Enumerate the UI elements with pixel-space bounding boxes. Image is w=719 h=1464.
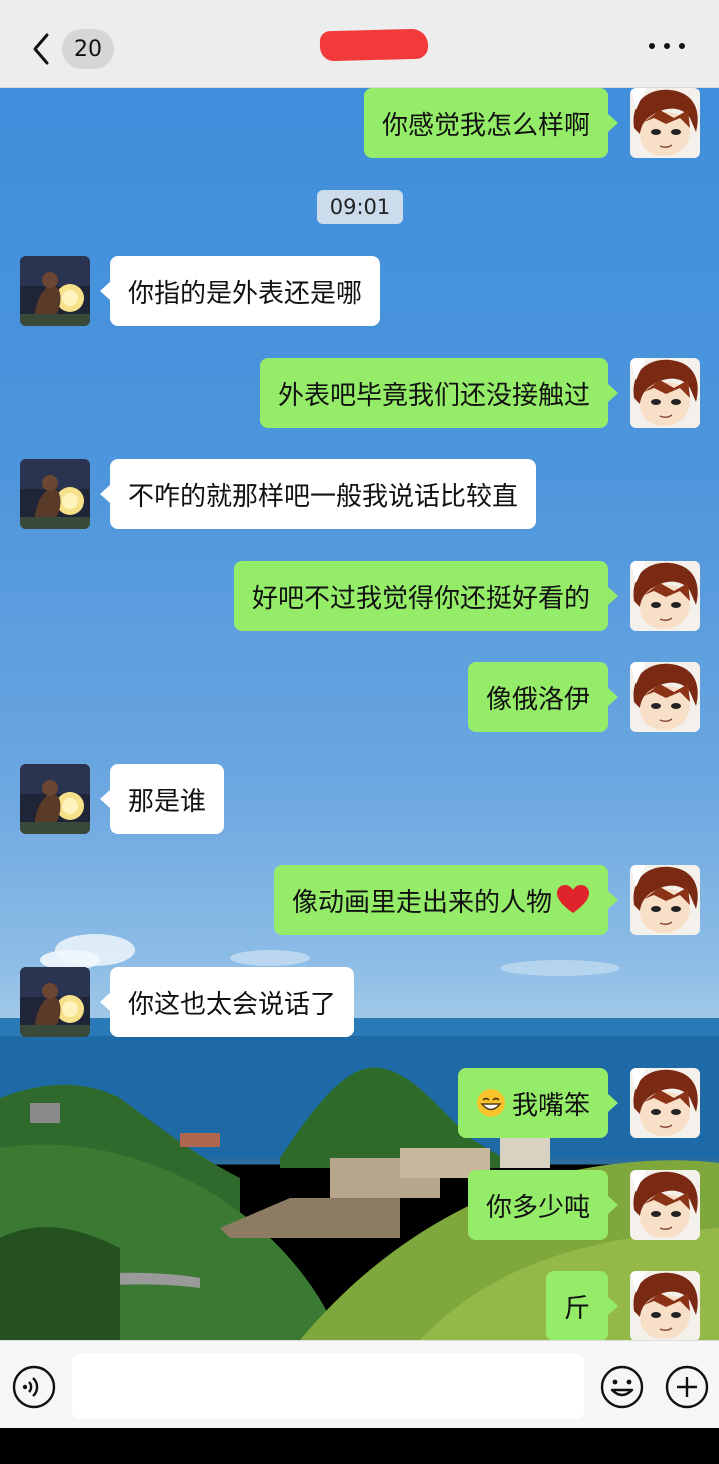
message-row: 好吧不过我觉得你还挺好看的 xyxy=(0,561,719,631)
my-avatar[interactable] xyxy=(630,358,700,428)
sent-message-bubble[interactable]: 像俄洛伊 xyxy=(468,662,619,732)
message-row: 你多少吨 xyxy=(0,1170,719,1240)
sent-message-bubble[interactable]: 像动画里走出来的人物 xyxy=(274,865,619,935)
message-text: 你指的是外表还是哪 xyxy=(128,278,363,309)
message-row: 不咋的就那样吧一般我说话比较直 xyxy=(0,459,719,529)
my-avatar[interactable] xyxy=(630,1271,700,1340)
heart-emoji-icon xyxy=(557,885,590,913)
message-text: 好吧不过我觉得你还挺好看的 xyxy=(252,583,591,614)
my-avatar[interactable] xyxy=(630,1068,700,1138)
message-row: 那是谁 xyxy=(0,764,719,834)
sent-message-bubble[interactable]: 斤 xyxy=(546,1271,619,1340)
received-message-bubble[interactable]: 你指的是外表还是哪 xyxy=(99,256,381,326)
received-message-bubble[interactable]: 不咋的就那样吧一般我说话比较直 xyxy=(99,459,537,529)
message-row: 我嘴笨 xyxy=(0,1068,719,1138)
message-text: 斤 xyxy=(564,1293,591,1324)
my-avatar[interactable] xyxy=(630,865,700,935)
message-text: 像俄洛伊 xyxy=(486,684,591,715)
more-horizontal-icon xyxy=(649,43,655,49)
message-input[interactable] xyxy=(72,1353,584,1419)
message-row: 像俄洛伊 xyxy=(0,662,719,732)
sent-message-bubble[interactable]: 外表吧毕竟我们还没接触过 xyxy=(260,358,619,428)
contact-avatar[interactable] xyxy=(20,764,90,834)
message-text: 那是谁 xyxy=(128,786,207,817)
more-options-button[interactable] xyxy=(649,36,685,56)
message-row: 你感觉我怎么样啊 xyxy=(0,88,719,158)
message-row: 你指的是外表还是哪 xyxy=(0,256,719,326)
message-row: 外表吧毕竟我们还没接触过 xyxy=(0,358,719,428)
message-row: 斤 xyxy=(0,1271,719,1340)
message-text: 不咋的就那样吧一般我说话比较直 xyxy=(128,481,519,512)
message-text: 你多少吨 xyxy=(486,1192,591,1223)
sent-message-bubble[interactable]: 你多少吨 xyxy=(468,1170,619,1240)
message-text: 像动画里走出来的人物 xyxy=(292,887,553,918)
contact-avatar[interactable] xyxy=(20,256,90,326)
redacted-contact-name xyxy=(319,28,429,62)
my-avatar[interactable] xyxy=(630,88,700,158)
chat-header: 20 xyxy=(0,0,719,88)
back-button[interactable]: 20 xyxy=(30,28,120,70)
system-gesture-area xyxy=(0,1428,719,1464)
my-avatar[interactable] xyxy=(630,662,700,732)
sent-message-bubble[interactable]: 你感觉我怎么样啊 xyxy=(364,88,619,158)
contact-avatar[interactable] xyxy=(20,459,90,529)
message-timestamp: 09:01 xyxy=(317,190,403,224)
message-row: 你这也太会说话了 xyxy=(0,967,719,1037)
my-avatar[interactable] xyxy=(630,1170,700,1240)
chevron-left-icon xyxy=(33,33,49,65)
plus-icon[interactable] xyxy=(665,1365,709,1409)
sent-message-bubble[interactable]: 好吧不过我觉得你还挺好看的 xyxy=(234,561,619,631)
input-bar xyxy=(0,1340,719,1428)
contact-avatar[interactable] xyxy=(20,967,90,1037)
voice-icon[interactable] xyxy=(12,1365,56,1409)
unread-count-badge: 20 xyxy=(62,29,114,69)
grinning-emoji-icon xyxy=(477,1089,505,1117)
chat-message-list[interactable]: 09:01 你感觉我怎么样啊 你指的是外表还是哪 外表吧毕竟我们还没接触过 不咋… xyxy=(0,88,719,1340)
message-text: 外表吧毕竟我们还没接触过 xyxy=(278,380,591,411)
message-text: 你感觉我怎么样啊 xyxy=(382,110,591,141)
message-row: 像动画里走出来的人物 xyxy=(0,865,719,935)
received-message-bubble[interactable]: 那是谁 xyxy=(99,764,225,834)
message-text: 我嘴笨 xyxy=(512,1090,591,1121)
sent-message-bubble[interactable]: 我嘴笨 xyxy=(458,1068,619,1138)
received-message-bubble[interactable]: 你这也太会说话了 xyxy=(99,967,355,1037)
message-text: 你这也太会说话了 xyxy=(128,989,337,1020)
my-avatar[interactable] xyxy=(630,561,700,631)
emoji-icon[interactable] xyxy=(600,1365,644,1409)
